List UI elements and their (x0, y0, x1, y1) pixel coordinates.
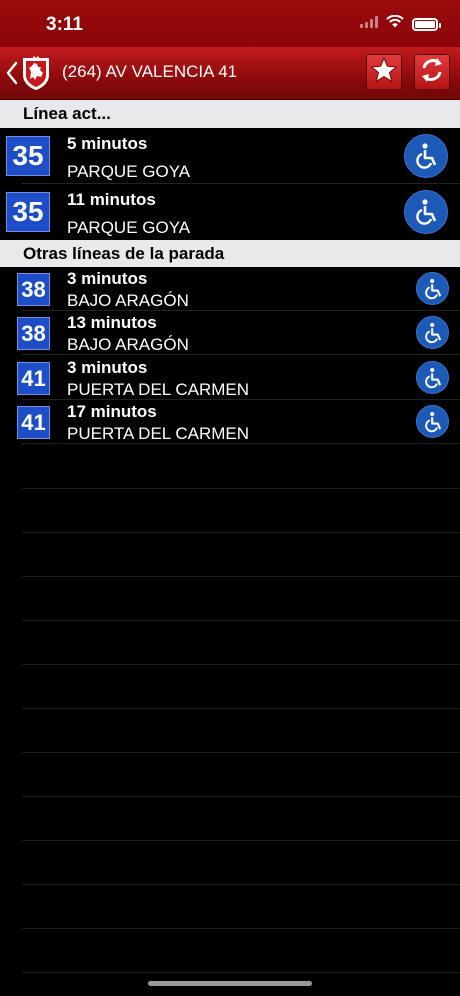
arrival-row[interactable]: 41 3 minutos PUERTA DEL CARMEN (0, 356, 460, 400)
wheelchair-icon (416, 361, 449, 394)
wheelchair-icon (404, 134, 448, 178)
destination: PUERTA DEL CARMEN (67, 424, 250, 443)
navigation-bar: (264) AV VALENCIA 41 (0, 47, 460, 100)
arrival-minutes: 5 minutos (67, 134, 148, 153)
refresh-button[interactable] (414, 54, 450, 90)
arrival-minutes: 17 minutos (67, 402, 157, 421)
favorite-button[interactable] (366, 54, 402, 90)
stop-title: (264) AV VALENCIA 41 (62, 62, 238, 81)
status-bar: 3:11 (0, 0, 460, 47)
star-icon (370, 56, 398, 89)
arrival-row[interactable]: 41 17 minutos PUERTA DEL CARMEN (0, 400, 460, 444)
destination: PUERTA DEL CARMEN (67, 380, 250, 399)
section-header-current-line: Línea act... (0, 100, 460, 128)
home-indicator[interactable] (148, 981, 312, 986)
arrival-minutes: 3 minutos (67, 358, 148, 377)
line-badge: 35 (6, 192, 50, 232)
status-icons (360, 14, 441, 33)
arrival-row[interactable]: 35 5 minutos PARQUE GOYA (0, 128, 460, 184)
wheelchair-icon (416, 405, 449, 438)
wheelchair-icon (416, 272, 449, 305)
battery-icon (412, 17, 441, 31)
arrival-row[interactable]: 35 11 minutos PARQUE GOYA (0, 184, 460, 240)
status-time: 3:11 (46, 14, 83, 35)
line-badge: 38 (17, 317, 50, 350)
wheelchair-icon (416, 316, 449, 349)
arrival-row[interactable]: 38 13 minutos BAJO ARAGÓN (0, 311, 460, 355)
wifi-icon (386, 14, 404, 33)
zaragoza-crest-icon (20, 55, 52, 91)
signal-icon (360, 15, 378, 33)
section-header-other-lines: Otras líneas de la parada (0, 240, 460, 267)
line-badge: 41 (17, 406, 50, 439)
line-badge: 35 (6, 136, 50, 176)
wheelchair-icon (404, 190, 448, 234)
empty-table-rows (22, 445, 460, 985)
destination: PARQUE GOYA (67, 162, 191, 181)
destination: PARQUE GOYA (67, 218, 191, 237)
line-badge: 38 (17, 273, 50, 306)
arrival-row[interactable]: 38 3 minutos BAJO ARAGÓN (0, 267, 460, 311)
destination: BAJO ARAGÓN (67, 335, 189, 354)
arrival-minutes: 13 minutos (67, 313, 157, 332)
refresh-icon (417, 55, 447, 90)
arrival-minutes: 11 minutos (67, 190, 156, 209)
destination: BAJO ARAGÓN (67, 291, 189, 310)
back-chevron-icon[interactable] (4, 59, 20, 87)
arrival-minutes: 3 minutos (67, 269, 148, 288)
line-badge: 41 (17, 362, 50, 395)
